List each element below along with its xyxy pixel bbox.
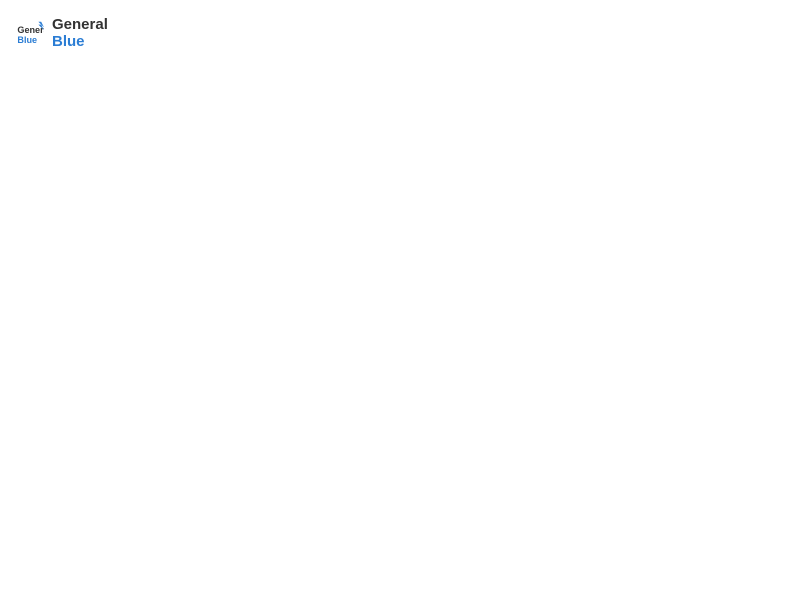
logo-general-text: General	[52, 16, 108, 33]
svg-text:General: General	[17, 25, 44, 35]
page-header: General Blue General Blue	[16, 16, 776, 50]
logo-blue-text: Blue	[52, 33, 108, 50]
logo: General Blue General Blue	[16, 16, 108, 50]
logo-icon: General Blue	[16, 19, 44, 47]
svg-text:Blue: Blue	[17, 35, 37, 45]
